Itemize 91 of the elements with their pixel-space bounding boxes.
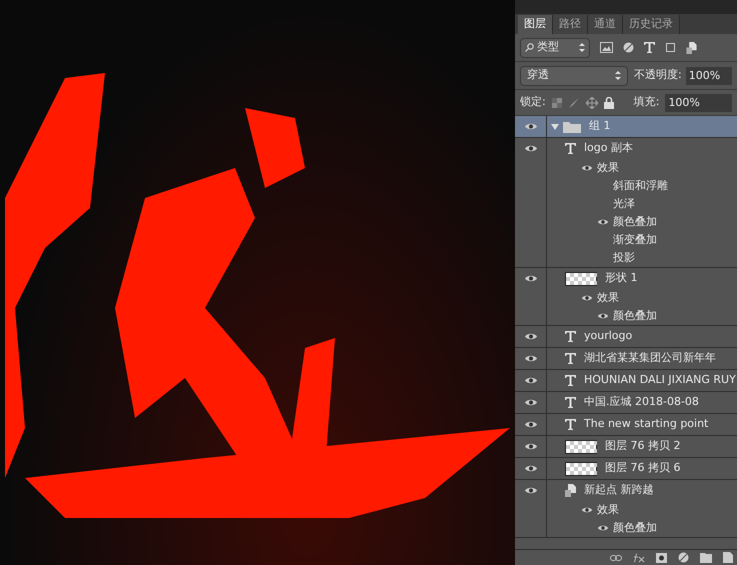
effect-name: 颜色叠加	[613, 520, 657, 536]
effects-label: 效果	[597, 290, 619, 306]
fill-field[interactable]: 100%	[665, 94, 732, 112]
type-filter-icon[interactable]	[644, 42, 655, 53]
spinner-icon	[615, 71, 621, 80]
adjustment-filter-icon[interactable]	[623, 42, 634, 53]
new-layer-icon[interactable]	[723, 552, 733, 563]
visibility-eye-icon[interactable]	[524, 274, 538, 283]
lock-label: 锁定:	[520, 94, 546, 110]
visibility-eye-icon[interactable]	[581, 294, 593, 302]
layer-row[interactable]: 图层 76 拷贝 6	[515, 458, 737, 480]
visibility-eye-icon[interactable]	[524, 122, 538, 131]
layer-name: 图层 76 拷贝 6	[605, 460, 680, 476]
visibility-eye-icon[interactable]	[524, 332, 538, 341]
visibility-eye-icon[interactable]	[524, 398, 538, 407]
panel-tab[interactable]: 历史记录	[623, 15, 680, 34]
image-filter-icon[interactable]	[600, 42, 613, 53]
effect-name: 颜色叠加	[613, 308, 657, 324]
layer-name: The new starting point	[584, 416, 708, 432]
layer-row[interactable]: 中国.应城 2018-08-08	[515, 392, 737, 414]
opacity-field[interactable]: 100%	[686, 66, 732, 84]
visibility-eye-icon[interactable]	[524, 354, 538, 363]
opacity-label: 不透明度:	[634, 67, 682, 84]
effects-label: 效果	[597, 160, 619, 176]
layer-name: 组 1	[589, 118, 610, 134]
visibility-eye-icon[interactable]	[597, 524, 609, 532]
caret-icon[interactable]	[551, 124, 559, 130]
text-layer-icon	[565, 375, 576, 386]
link-icon[interactable]	[610, 554, 622, 562]
visibility-eye-icon[interactable]	[597, 218, 609, 226]
layer-name: logo 副本	[584, 140, 633, 156]
spinner-icon	[579, 43, 585, 52]
panel-tab[interactable]: 路径	[553, 15, 588, 34]
layer-row[interactable]: 图层 76 拷贝 2	[515, 436, 737, 458]
blend-mode-dropdown[interactable]: 穿透	[520, 66, 628, 86]
layer-row[interactable]: yourlogo	[515, 326, 737, 348]
text-layer-icon	[565, 143, 576, 154]
effect-name: 渐变叠加	[613, 232, 657, 248]
checkerboard-icon[interactable]	[552, 98, 562, 108]
layer-name: HOUNIAN DALI JIXIANG RUY	[584, 372, 736, 388]
layer-row[interactable]: The new starting point	[515, 414, 737, 436]
visibility-eye-icon[interactable]	[597, 312, 609, 320]
visibility-eye-icon[interactable]	[524, 442, 538, 451]
layer-name: 形状 1	[605, 270, 638, 286]
folder-icon[interactable]	[700, 552, 712, 562]
effect-name: 投影	[613, 250, 635, 266]
search-icon	[525, 43, 534, 52]
panel-tab[interactable]: 通道	[588, 15, 623, 34]
folder-icon	[563, 120, 581, 132]
fill-label: 填充:	[634, 94, 660, 110]
visibility-eye-icon[interactable]	[581, 164, 593, 172]
layer-name: 湖北省某某集团公司新年年	[584, 350, 716, 366]
adjustment-icon[interactable]	[678, 552, 689, 563]
visibility-eye-icon[interactable]	[524, 420, 538, 429]
filter-dropdown[interactable]: 类型	[520, 38, 590, 58]
layer-row[interactable]: 湖北省某某集团公司新年年	[515, 348, 737, 370]
layer-thumbnail-icon	[565, 272, 597, 286]
brush-icon[interactable]	[568, 96, 580, 108]
effect-name: 颜色叠加	[613, 214, 657, 230]
document-icon	[565, 484, 576, 497]
effects-label: 效果	[597, 502, 619, 518]
visibility-eye-icon[interactable]	[524, 376, 538, 385]
visibility-eye-icon[interactable]	[524, 486, 538, 495]
move-icon[interactable]	[586, 96, 598, 108]
mask-icon[interactable]	[656, 552, 667, 562]
effect-name: 光泽	[613, 196, 635, 212]
filter-value: 类型	[537, 39, 559, 56]
layer-name: yourlogo	[584, 328, 632, 344]
text-layer-icon	[565, 419, 576, 430]
padlock-icon[interactable]	[604, 96, 614, 108]
visibility-eye-icon[interactable]	[524, 464, 538, 473]
effects-icon[interactable]	[633, 552, 645, 562]
layer-name: 图层 76 拷贝 2	[605, 438, 680, 454]
layer-row[interactable]: 组 1	[515, 116, 737, 138]
text-layer-icon	[565, 353, 576, 364]
layer-name: 中国.应城 2018-08-08	[584, 394, 699, 410]
layer-thumbnail-icon	[565, 462, 597, 476]
layer-row[interactable]: logo 副本 效果 斜面和浮雕 光泽 颜色叠加 渐变叠加 投影	[515, 138, 737, 268]
visibility-eye-icon[interactable]	[524, 144, 538, 153]
smart-object-filter-icon[interactable]	[686, 42, 697, 54]
layer-name: 新起点 新跨越	[584, 482, 654, 498]
panel-tab[interactable]: 图层	[518, 15, 553, 34]
visibility-eye-icon[interactable]	[581, 506, 593, 514]
text-layer-icon	[565, 397, 576, 408]
layer-thumbnail-icon	[565, 440, 597, 454]
text-layer-icon	[565, 331, 576, 342]
layer-row[interactable]: 新起点 新跨越 效果 颜色叠加	[515, 480, 737, 538]
layer-row[interactable]: HOUNIAN DALI JIXIANG RUY	[515, 370, 737, 392]
blend-mode-value: 穿透	[527, 67, 549, 84]
effect-name: 斜面和浮雕	[613, 178, 668, 194]
shape-filter-icon[interactable]	[665, 42, 676, 53]
